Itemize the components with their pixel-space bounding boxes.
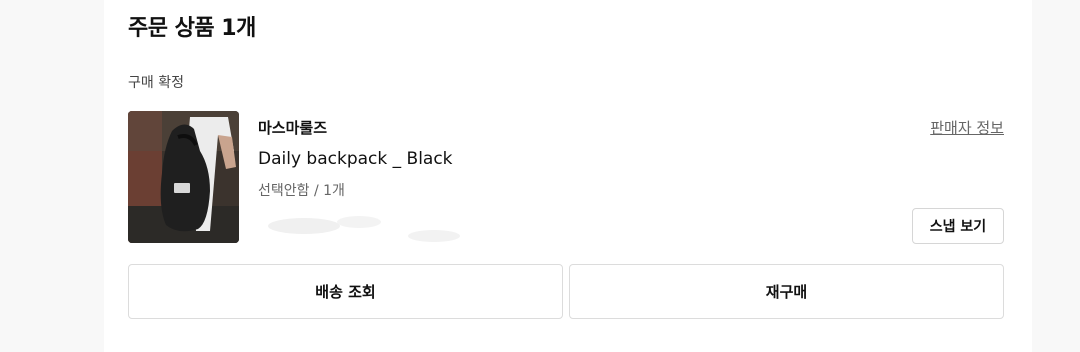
- product-photo: [128, 111, 239, 243]
- order-status: 구매 확정: [128, 75, 184, 91]
- product-option: 선택안함 / 1개: [258, 183, 345, 199]
- section-title: 주문 상품 1개: [128, 16, 256, 41]
- view-snap-button[interactable]: 스냅 보기: [912, 208, 1004, 244]
- product-thumbnail[interactable]: [128, 111, 239, 243]
- product-name[interactable]: Daily backpack _ Black: [258, 149, 453, 169]
- track-shipping-button[interactable]: 배송 조회: [128, 264, 563, 319]
- order-items-panel: 주문 상품 1개 구매 확정 마스마룰즈 Daily backpack _ Bl…: [104, 0, 1032, 352]
- redacted-price-blur: [268, 216, 460, 242]
- seller-info-link[interactable]: 판매자 정보: [930, 117, 1004, 138]
- brand-name: 마스마룰즈: [258, 119, 328, 137]
- reorder-button[interactable]: 재구매: [569, 264, 1004, 319]
